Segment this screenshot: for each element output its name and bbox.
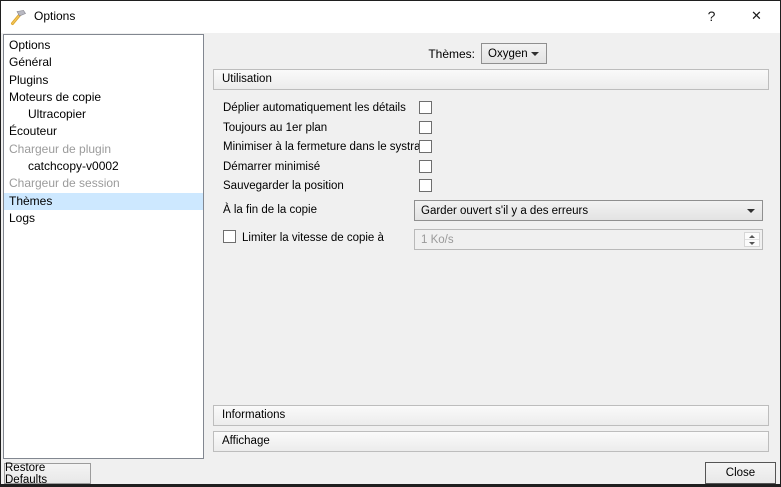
checkbox-sauvegarder-position[interactable]	[419, 179, 432, 192]
speed-limit-spinbox[interactable]: 1 Ko/s	[414, 229, 763, 250]
theme-select[interactable]: Oxygen	[481, 43, 547, 64]
label-minimiser-systray: Minimiser à la fermeture dans le systray	[223, 141, 426, 153]
checkbox-minimiser-systray[interactable]	[419, 140, 432, 153]
copy-end-select[interactable]: Garder ouvert s'il y a des erreurs	[414, 200, 763, 221]
spinner-buttons	[744, 232, 760, 247]
chevron-down-icon	[747, 209, 755, 213]
theme-select-value: Oxygen	[488, 48, 528, 60]
section-header-informations[interactable]: Informations	[213, 405, 769, 426]
label-deplier-details: Déplier automatiquement les détails	[223, 102, 406, 114]
title-bar: Options ? ✕	[1, 1, 780, 33]
checkbox-deplier-details[interactable]	[419, 101, 432, 114]
options-dialog: Options ? ✕ Options Général Plugins Mote…	[0, 0, 781, 487]
sidebar-item-general[interactable]: Général	[4, 54, 203, 71]
checkbox-toujours-1er-plan[interactable]	[419, 121, 432, 134]
sidebar-item-moteurs-de-copie[interactable]: Moteurs de copie	[4, 89, 203, 106]
sidebar-item-chargeur-de-session: Chargeur de session	[4, 175, 203, 192]
options-nav-list: Options Général Plugins Moteurs de copie…	[3, 34, 204, 459]
sidebar-item-plugins[interactable]: Plugins	[4, 72, 203, 89]
hammer-icon	[9, 8, 27, 26]
close-window-button[interactable]: ✕	[734, 1, 779, 31]
section-header-affichage[interactable]: Affichage	[213, 431, 769, 452]
checkbox-limiter-vitesse[interactable]	[223, 230, 236, 243]
section-header-utilisation[interactable]: Utilisation	[213, 69, 769, 90]
triangle-down-icon	[749, 242, 755, 245]
label-toujours-1er-plan: Toujours au 1er plan	[223, 122, 327, 134]
label-limiter-vitesse: Limiter la vitesse de copie à	[242, 232, 384, 244]
sidebar-item-ecouteur[interactable]: Écouteur	[4, 123, 203, 140]
sidebar-item-ultracopier[interactable]: Ultracopier	[4, 106, 203, 123]
help-button[interactable]: ?	[689, 1, 734, 31]
checkbox-demarrer-minimise[interactable]	[419, 160, 432, 173]
spinner-up-button[interactable]	[745, 233, 759, 240]
label-sauvegarder-position: Sauvegarder la position	[223, 180, 344, 192]
sidebar-item-catchcopy-v0002[interactable]: catchcopy-v0002	[4, 158, 203, 175]
theme-label: Thèmes:	[381, 47, 475, 61]
spinner-down-button[interactable]	[745, 240, 759, 246]
restore-defaults-button[interactable]: Restore Defaults	[4, 463, 91, 484]
sidebar-item-logs[interactable]: Logs	[4, 210, 203, 227]
sidebar-item-options[interactable]: Options	[4, 37, 203, 54]
window-title: Options	[34, 9, 75, 23]
label-fin-de-copie: À la fin de la copie	[223, 204, 317, 216]
chevron-down-icon	[531, 52, 539, 56]
triangle-up-icon	[749, 235, 755, 238]
speed-limit-value: 1 Ko/s	[421, 234, 454, 246]
close-button[interactable]: Close	[705, 462, 776, 484]
sidebar-item-chargeur-de-plugin: Chargeur de plugin	[4, 141, 203, 158]
copy-end-select-value: Garder ouvert s'il y a des erreurs	[421, 205, 588, 217]
sidebar-item-themes[interactable]: Thèmes	[4, 193, 203, 210]
label-demarrer-minimise: Démarrer minimisé	[223, 161, 320, 173]
